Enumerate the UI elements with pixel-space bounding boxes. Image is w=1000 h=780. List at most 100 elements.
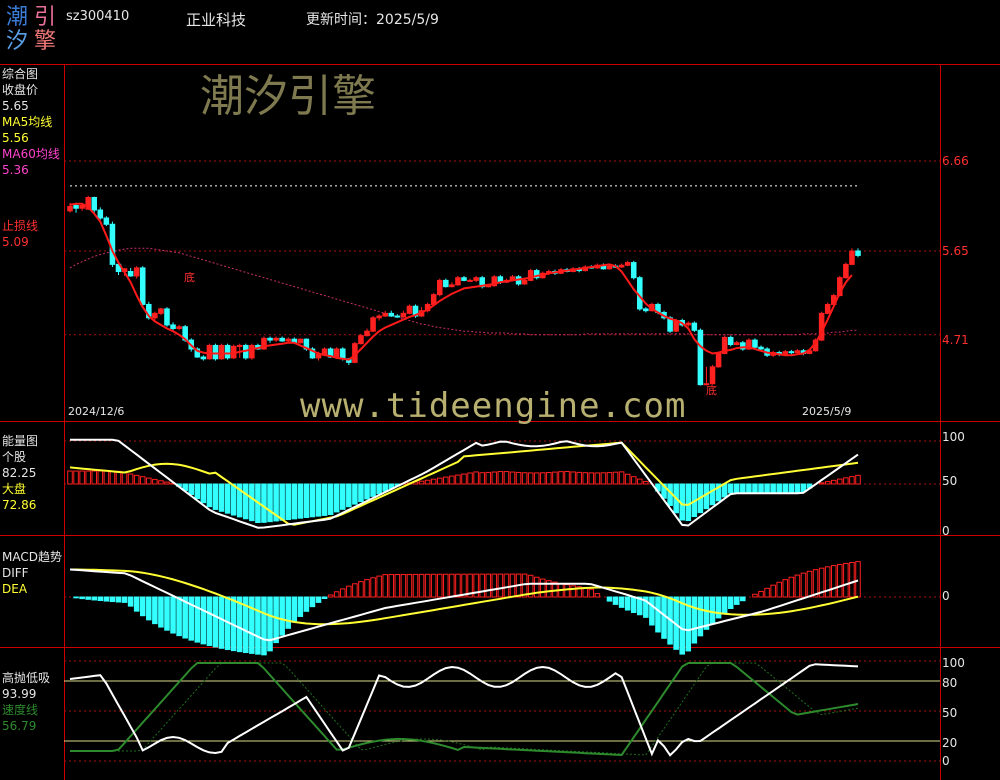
candle-body <box>91 197 98 211</box>
energy-bar <box>843 477 849 485</box>
macd-bar <box>540 578 546 598</box>
candle-body <box>824 303 831 314</box>
macd-bar <box>721 596 728 614</box>
macd-bar <box>121 596 128 603</box>
energy-bar <box>794 483 801 493</box>
energy-bar <box>303 483 310 518</box>
macd-bar <box>388 574 395 598</box>
macd-bar <box>97 596 104 602</box>
market-value: 72.86 <box>2 498 37 512</box>
energy-bar <box>527 472 534 485</box>
energy-bar <box>297 483 304 519</box>
energy-bar <box>552 471 558 485</box>
macd-bar <box>146 596 152 621</box>
macd-bar <box>449 573 455 598</box>
energy-bar <box>588 472 595 485</box>
candle-body <box>624 262 631 266</box>
energy-bar <box>624 473 631 485</box>
candle-body <box>630 262 637 279</box>
energy-bar <box>509 471 516 485</box>
candle-body <box>358 335 364 345</box>
energy-bar <box>67 470 73 485</box>
hilo-ytick: 50 <box>942 706 958 720</box>
macd-bar <box>364 579 370 598</box>
hilo-value: 93.99 <box>2 687 37 701</box>
macd-bar <box>236 596 243 653</box>
macd-bar <box>630 596 637 613</box>
macd-bar <box>206 596 213 646</box>
stop-label: 止损线 <box>2 219 39 233</box>
energy-bar <box>139 476 146 485</box>
macd-bar <box>455 573 461 598</box>
energy-bar <box>73 470 79 485</box>
candle-body <box>406 305 413 314</box>
energy-bar <box>855 474 861 485</box>
candle-body <box>685 322 692 326</box>
main-ytick: 4.71 <box>942 333 969 347</box>
macd-bar <box>115 596 122 603</box>
candle-body <box>152 312 158 319</box>
ma60-label: MA60均线 <box>2 147 60 161</box>
candle-body <box>321 348 328 355</box>
candle-body <box>297 338 304 344</box>
energy-bar <box>127 473 134 485</box>
energy-bar <box>594 472 601 485</box>
energy-bar <box>497 471 504 485</box>
speed-value: 56.79 <box>2 719 37 733</box>
energy-bar <box>321 483 328 516</box>
panel-title: 综合图 <box>2 67 39 81</box>
energy-bar <box>606 472 613 485</box>
candle-body <box>200 356 207 360</box>
energy-bar <box>479 472 485 485</box>
macd-bar <box>491 573 498 598</box>
macd-bar <box>164 596 170 631</box>
candle-body <box>224 344 231 359</box>
macd-bar <box>279 596 285 636</box>
energy-bar <box>261 483 267 523</box>
close-label: 收盘价 <box>2 83 39 97</box>
macd-bar <box>273 596 279 644</box>
energy-bar <box>564 470 570 485</box>
candle-body <box>364 330 370 337</box>
energy-bar <box>630 476 637 485</box>
energy-bar <box>188 483 195 496</box>
macd-bar <box>479 573 485 598</box>
date-end: 2025/5/9 <box>802 405 852 418</box>
macd-bar <box>661 596 667 639</box>
macd-bar <box>109 596 116 603</box>
macd-bar <box>691 596 698 644</box>
candles <box>67 195 861 386</box>
macd-bar <box>679 596 685 655</box>
energy-bar <box>121 472 128 485</box>
macd-bar <box>127 596 134 607</box>
candle-body <box>449 284 455 288</box>
candle-body <box>782 351 789 355</box>
candle-body <box>436 279 443 296</box>
energy-bar <box>152 478 158 485</box>
energy-bar <box>109 470 116 485</box>
energy-bar <box>200 483 207 504</box>
macd-bar <box>770 584 776 598</box>
energy-bar <box>782 483 789 493</box>
candle-body <box>376 315 382 319</box>
ma5-value: 5.56 <box>2 131 29 145</box>
macd-bar <box>346 585 352 598</box>
energy-bar <box>449 475 455 485</box>
energy-bar <box>279 483 285 521</box>
ma5-label: MA5均线 <box>2 115 53 129</box>
energy-bar <box>485 471 492 485</box>
energy-bar <box>764 483 770 493</box>
macd-bar <box>267 596 273 652</box>
macd-bar <box>570 585 576 598</box>
energy-bar <box>333 483 340 513</box>
energy-bar <box>540 472 546 485</box>
candle-body <box>206 344 213 360</box>
macd-bar <box>503 573 510 598</box>
macd-ytick: 0 <box>942 589 950 603</box>
macd-bar <box>218 596 225 649</box>
macd-bar <box>303 596 310 612</box>
macd-bar <box>430 573 437 598</box>
candle-body <box>73 205 79 209</box>
dea-label: DEA <box>2 582 28 596</box>
macd-bar <box>612 596 619 605</box>
